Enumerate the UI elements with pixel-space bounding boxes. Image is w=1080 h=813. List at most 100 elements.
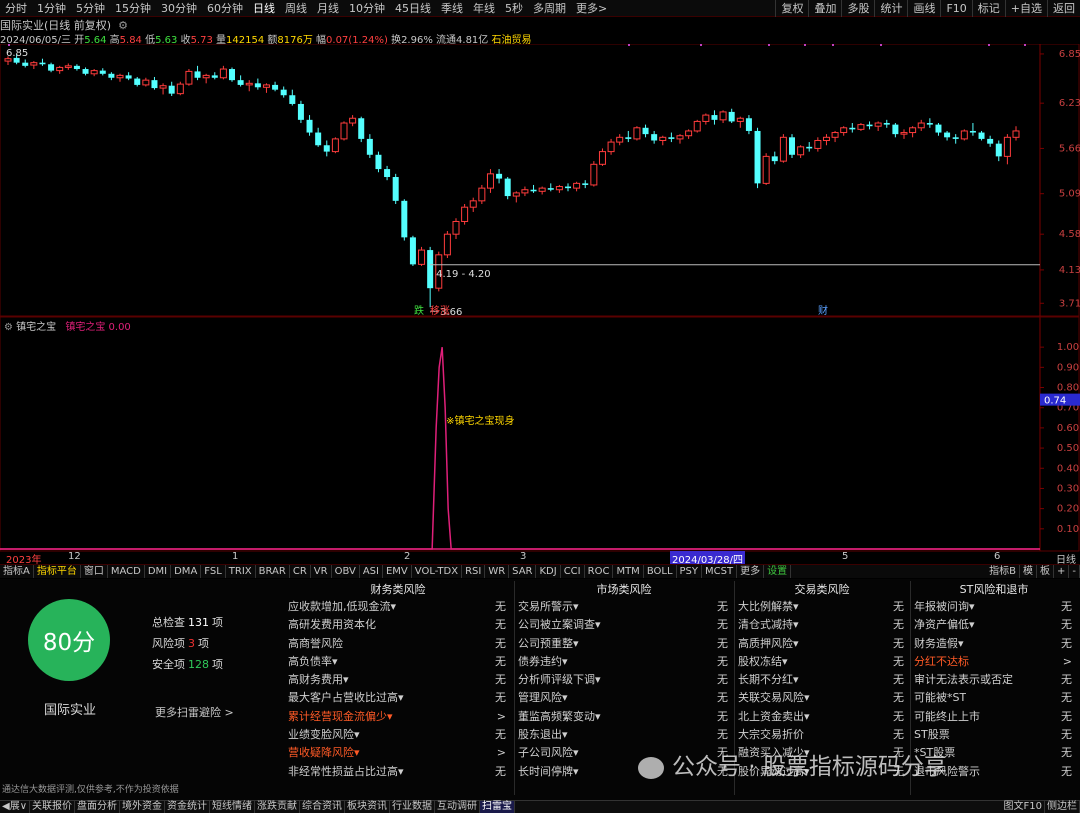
period-tab-2[interactable]: 5分钟 [71,0,110,16]
indicator-tab-2[interactable]: 窗口 [81,565,108,578]
indicator-tab-18[interactable]: KDJ [536,565,561,578]
risk-row[interactable]: 大比例解禁▾ 无 [738,598,906,616]
risk-row[interactable]: 分红不达标 > [914,653,1074,671]
candlestick-chart[interactable]: 6.856.235.665.094.584.133.714.19 - 4.203… [0,44,1080,552]
risk-row[interactable]: 债券违约▾ 无 [518,653,730,671]
risk-row[interactable]: 分析师评级下调▾ 无 [518,671,730,689]
period-tab-12[interactable]: 年线 [468,0,500,16]
toolbar-button-0[interactable]: 复权 [775,0,808,17]
indicator-tab-13[interactable]: EMV [383,565,412,578]
indicator-tab-6[interactable]: FSL [201,565,226,578]
indicator-tab-24[interactable]: MCST [702,565,738,578]
bottom-tab-4[interactable]: 资金统计 [165,801,211,813]
risk-row[interactable]: 大宗交易折价 无 [738,726,906,744]
indicator-tab-9[interactable]: CR [290,565,311,578]
period-tab-14[interactable]: 多周期 [528,0,571,16]
indicator-tab-3[interactable]: MACD [108,565,145,578]
risk-row[interactable]: 股东退出▾ 无 [518,726,730,744]
bottom-tab-8[interactable]: 板块资讯 [345,801,391,813]
more-scan-link[interactable]: 更多扫雷避险 > [155,704,234,720]
indicator-tab-11[interactable]: OBV [332,565,360,578]
period-tab-3[interactable]: 15分钟 [110,0,156,16]
risk-row[interactable]: 可能被*ST 无 [914,689,1074,707]
bottom-tab-0[interactable]: ◀展∨ [0,801,31,813]
bottom-tab-6[interactable]: 涨跌贡献 [255,801,301,813]
risk-row[interactable]: 审计无法表示或否定 无 [914,671,1074,689]
bottom-right-tab-0[interactable]: 图文F10 [1002,801,1045,813]
indicator-tab-right-1[interactable]: 模 [1020,565,1037,578]
risk-row[interactable]: 管理风险▾ 无 [518,689,730,707]
risk-row[interactable]: 关联交易风险▾ 无 [738,689,906,707]
indicator-tab-26[interactable]: 设置 [764,565,792,578]
period-tab-5[interactable]: 60分钟 [202,0,248,16]
indicator-tab-10[interactable]: VR [311,565,332,578]
toolbar-button-8[interactable]: 返回 [1047,0,1080,17]
indicator-tab-1[interactable]: 指标平台 [34,565,81,578]
risk-row[interactable]: 高研发费用资本化 无 [288,616,508,634]
risk-row[interactable]: 董监高频繁变动▾ 无 [518,708,730,726]
risk-row[interactable]: ST股票 无 [914,726,1074,744]
bottom-right-tab-1[interactable]: 侧边栏 [1045,801,1080,813]
indicator-tab-19[interactable]: CCI [561,565,585,578]
indicator-gear-icon[interactable]: ⚙ [4,322,13,333]
risk-row[interactable]: 最大客户占营收比过高▾ 无 [288,689,508,707]
toolbar-button-6[interactable]: 标记 [971,0,1005,17]
risk-row[interactable]: 高质押风险▾ 无 [738,635,906,653]
risk-row[interactable]: 高负债率▾ 无 [288,653,508,671]
period-tab-13[interactable]: 5秒 [500,0,528,16]
indicator-tab-22[interactable]: BOLL [644,565,677,578]
risk-row[interactable]: 可能终止上市 无 [914,708,1074,726]
risk-row[interactable]: 年报被问询▾ 无 [914,598,1074,616]
risk-row[interactable]: 交易所警示▾ 无 [518,598,730,616]
toolbar-button-2[interactable]: 多股 [841,0,874,17]
bottom-tab-2[interactable]: 盘面分析 [75,801,121,813]
risk-row[interactable]: 股权冻结▾ 无 [738,653,906,671]
risk-row[interactable]: 清仓式减持▾ 无 [738,616,906,634]
period-tab-8[interactable]: 月线 [312,0,344,16]
period-tab-7[interactable]: 周线 [280,0,312,16]
period-tab-6[interactable]: 日线 [248,0,280,16]
bottom-tab-7[interactable]: 综合资讯 [300,801,346,813]
risk-row[interactable]: 净资产偏低▾ 无 [914,616,1074,634]
bottom-tab-5[interactable]: 短线情绪 [210,801,256,813]
period-tab-4[interactable]: 30分钟 [156,0,202,16]
risk-row[interactable]: 公司预重整▾ 无 [518,635,730,653]
indicator-tab-23[interactable]: PSY [677,565,703,578]
risk-row[interactable]: 公司被立案调查▾ 无 [518,616,730,634]
toolbar-button-3[interactable]: 统计 [874,0,907,17]
risk-row[interactable]: 高财务费用▾ 无 [288,671,508,689]
risk-row[interactable]: 北上资金卖出▾ 无 [738,708,906,726]
indicator-name[interactable]: 镇宅之宝 [16,322,56,333]
indicator-tab-right-2[interactable]: 板 [1037,565,1054,578]
risk-row[interactable]: 业绩变脸风险▾ 无 [288,726,508,744]
indicator-tab-14[interactable]: VOL-TDX [412,565,463,578]
risk-row[interactable]: 营收疑降风险▾ > [288,744,508,762]
period-tab-0[interactable]: 分时 [0,0,32,16]
risk-row[interactable]: 高商誉风险 无 [288,635,508,653]
bottom-tab-3[interactable]: 境外资金 [120,801,166,813]
period-tab-15[interactable]: 更多> [571,0,612,16]
toolbar-button-1[interactable]: 叠加 [808,0,841,17]
indicator-tab-right-3[interactable]: + [1054,565,1070,578]
indicator-tab-20[interactable]: ROC [585,565,614,578]
period-tab-11[interactable]: 季线 [436,0,468,16]
indicator-tab-4[interactable]: DMI [145,565,172,578]
indicator-tab-16[interactable]: WR [485,565,510,578]
indicator-tab-17[interactable]: SAR [509,565,537,578]
period-tab-1[interactable]: 1分钟 [32,0,71,16]
indicator-tab-0[interactable]: 指标A [0,565,34,578]
period-tab-10[interactable]: 45日线 [390,0,436,16]
indicator-tab-21[interactable]: MTM [613,565,644,578]
risk-row[interactable]: 累计经营现金流偏少▾ > [288,708,508,726]
risk-row[interactable]: 非经常性损益占比过高▾ 无 [288,763,508,781]
indicator-tab-5[interactable]: DMA [171,565,202,578]
toolbar-button-5[interactable]: F10 [940,0,971,17]
indicator-tab-right-4[interactable]: - [1069,565,1080,578]
indicator-tab-12[interactable]: ASI [360,565,383,578]
risk-row[interactable]: 财务造假▾ 无 [914,635,1074,653]
indicator-tab-15[interactable]: RSI [462,565,486,578]
toolbar-button-4[interactable]: 画线 [907,0,940,17]
indicator-tab-right-0[interactable]: 指标B [986,565,1020,578]
indicator-tab-7[interactable]: TRIX [226,565,256,578]
bottom-tab-10[interactable]: 互动调研 [435,801,481,813]
